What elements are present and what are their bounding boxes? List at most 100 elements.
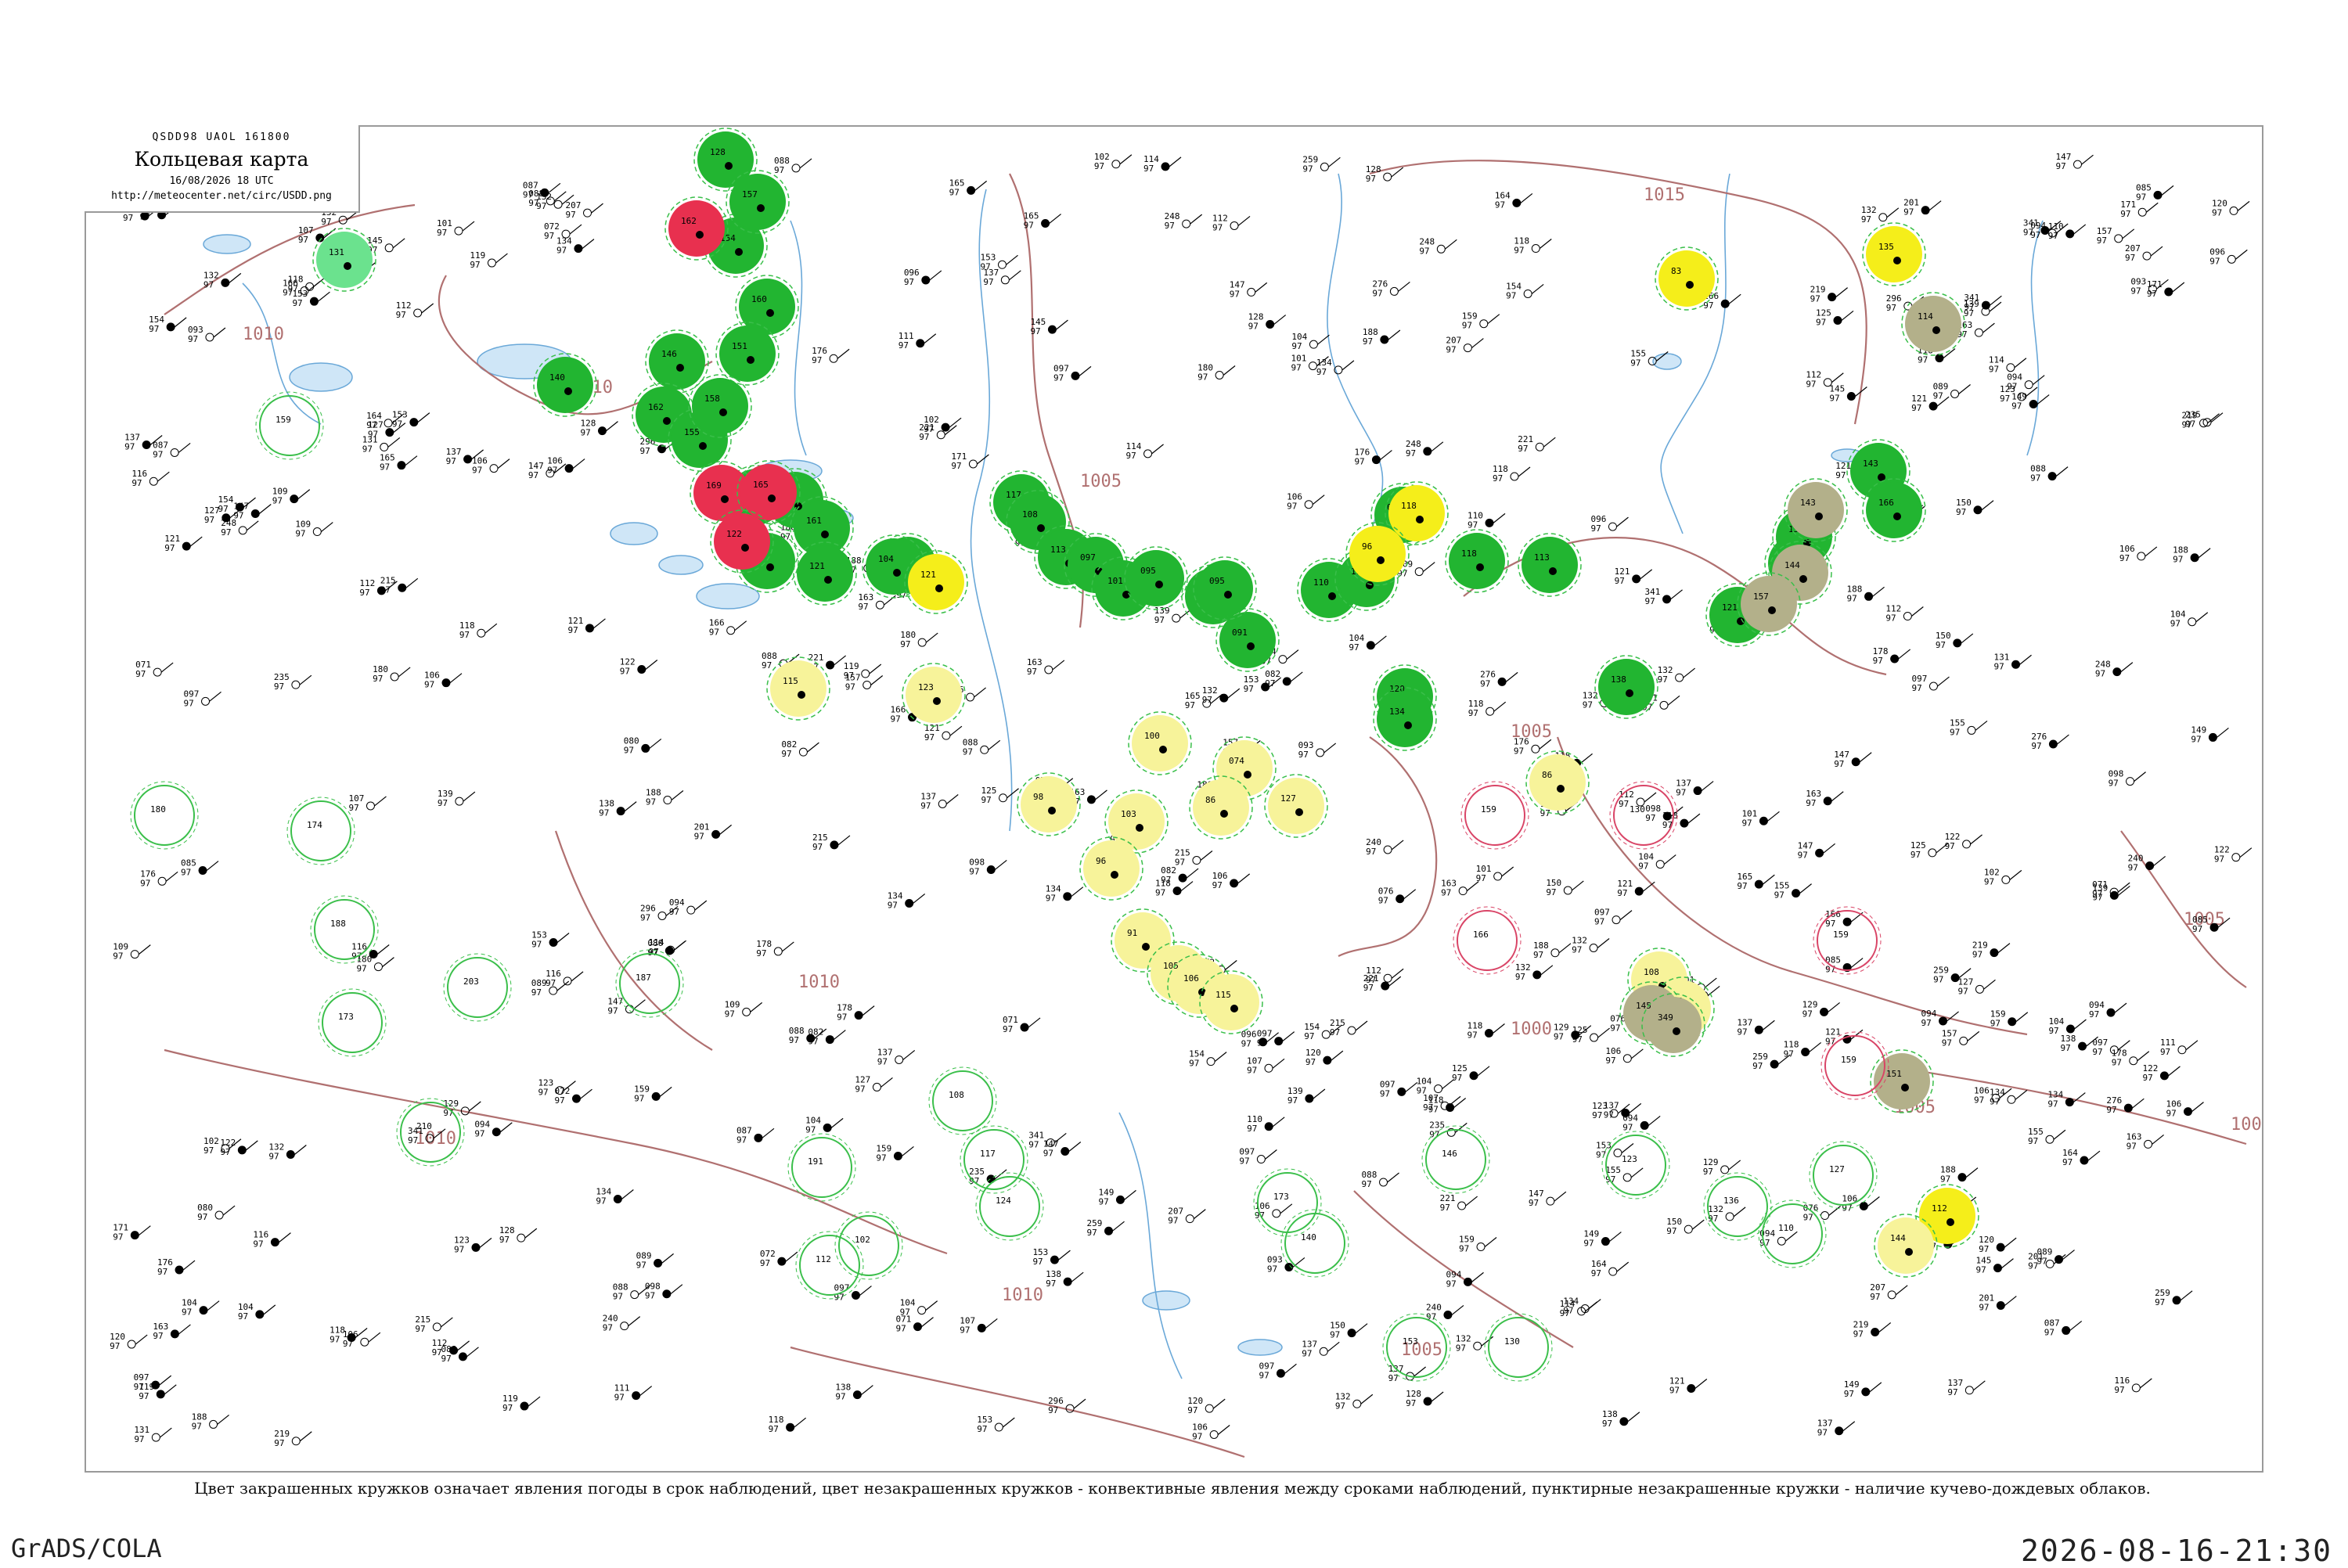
cloud-cover-icon bbox=[2048, 739, 2058, 749]
station-temp: 97 bbox=[1910, 850, 1921, 860]
wind-barb-icon bbox=[258, 504, 272, 514]
cloud-cover-icon bbox=[1264, 1122, 1273, 1131]
station-temp: 97 bbox=[1975, 1265, 1986, 1275]
station-temp: 97 bbox=[725, 1009, 735, 1019]
cloud-cover-icon bbox=[1272, 1209, 1281, 1218]
circle-pressure: 118 bbox=[1401, 501, 1417, 511]
station-temp: 97 bbox=[1212, 880, 1223, 890]
circle-fill bbox=[1128, 550, 1184, 606]
station-temp: 97 bbox=[1903, 207, 1914, 218]
lake-shape bbox=[289, 362, 353, 392]
wind-barb-icon bbox=[1762, 874, 1775, 885]
wind-barb-icon bbox=[1571, 880, 1584, 891]
source-url[interactable]: http://meteocenter.net/circ/USDD.png bbox=[85, 190, 358, 202]
station-plot: 17197 bbox=[2120, 200, 2159, 219]
station-temp: 97 bbox=[1239, 1156, 1249, 1167]
station-plot: 23597 bbox=[274, 672, 312, 692]
cloud-cover-icon bbox=[1493, 872, 1503, 881]
wind-barb-icon bbox=[2210, 412, 2224, 423]
wind-barb-icon bbox=[1597, 1027, 1610, 1038]
cloud-cover-icon bbox=[2227, 254, 2236, 264]
cb-cloud-ring bbox=[975, 1172, 1044, 1241]
station-temp: 97 bbox=[1027, 667, 1037, 677]
station-temp: 97 bbox=[1737, 881, 1747, 891]
cloud-cover-icon bbox=[1903, 612, 1912, 621]
wind-barb-icon bbox=[1151, 444, 1164, 455]
wind-barb-icon bbox=[1388, 976, 1402, 987]
cloud-cover-icon bbox=[735, 248, 743, 256]
wind-barb-icon bbox=[209, 691, 221, 702]
station-plot: 15397 bbox=[392, 410, 430, 430]
wind-barb-icon bbox=[571, 971, 584, 982]
cb-cloud-ring bbox=[130, 781, 199, 850]
station-temp: 97 bbox=[1806, 798, 1816, 808]
wind-barb-icon bbox=[2073, 224, 2087, 235]
station-temp: 97 bbox=[1615, 576, 1625, 586]
cloud-cover-icon bbox=[2008, 1017, 2017, 1027]
station-temp: 97 bbox=[2147, 289, 2157, 299]
circle-pressure: 128 bbox=[710, 147, 726, 157]
station-plot: 15497 bbox=[149, 315, 187, 334]
wind-barb-icon bbox=[1558, 943, 1572, 954]
ring-pressure: 173 bbox=[1273, 1192, 1289, 1202]
cloud-cover-icon bbox=[1071, 371, 1080, 380]
circle-fill bbox=[1388, 485, 1445, 541]
station-plot: 13497 bbox=[1990, 1087, 2028, 1106]
station-temp: 97 bbox=[1476, 873, 1486, 883]
station-plot: 20797 bbox=[1870, 1282, 1908, 1302]
cloud-cover-icon bbox=[1608, 1267, 1618, 1276]
station-temp: 97 bbox=[1816, 317, 1826, 327]
station-temp: 97 bbox=[1468, 520, 1478, 530]
circle-fill bbox=[316, 232, 373, 288]
station-temp: 97 bbox=[639, 446, 650, 456]
station-temp: 97 bbox=[2037, 1257, 2047, 1267]
station-temp: 97 bbox=[762, 660, 772, 671]
cloud-cover-icon bbox=[2229, 206, 2238, 215]
wind-barb-icon bbox=[1453, 1098, 1467, 1108]
station-temp: 97 bbox=[2192, 924, 2202, 934]
station-plot: 24097 bbox=[2128, 853, 2166, 872]
circle-pressure: 108 bbox=[1644, 967, 1659, 977]
wind-barb-icon bbox=[1691, 1219, 1705, 1230]
station-plot: 13797 bbox=[1817, 1419, 1856, 1438]
circle-fill bbox=[668, 200, 725, 257]
station-plot: 11897 bbox=[1493, 464, 1531, 484]
station-plot: 17897 bbox=[1873, 646, 1911, 666]
cloud-cover-icon bbox=[549, 938, 558, 948]
wind-barb-icon bbox=[671, 790, 684, 800]
ring-pressure: 117 bbox=[980, 1149, 996, 1159]
wind-barb-icon bbox=[1058, 1250, 1071, 1261]
wind-barb-icon bbox=[165, 871, 178, 882]
circle-fill bbox=[1449, 533, 1505, 589]
wind-barb-icon bbox=[2145, 546, 2158, 557]
station-plot: 12097 bbox=[1979, 1235, 2017, 1254]
station-temp: 97 bbox=[1873, 656, 1883, 666]
cloud-cover-icon bbox=[1182, 219, 1191, 228]
wind-barb-icon bbox=[297, 489, 311, 500]
cloud-cover-icon bbox=[806, 1034, 816, 1043]
wind-barb-icon bbox=[160, 662, 174, 673]
station-temp: 97 bbox=[634, 1093, 644, 1103]
cloud-cover-icon bbox=[829, 354, 838, 363]
cloud-cover-icon bbox=[1975, 984, 1984, 994]
cloud-cover-icon bbox=[757, 204, 765, 212]
station-temp: 97 bbox=[373, 674, 383, 684]
ring-outline bbox=[932, 1070, 993, 1131]
station-temp: 97 bbox=[1212, 222, 1223, 232]
ring-pressure: 159 bbox=[1481, 804, 1496, 815]
station-plot: 13797 bbox=[1302, 1339, 1340, 1358]
station-plot: 11197 bbox=[614, 1383, 653, 1403]
station-temp: 97 bbox=[321, 217, 331, 227]
station-temp: 97 bbox=[2130, 286, 2141, 296]
circle-pressure: 122 bbox=[726, 529, 742, 539]
station-temp: 97 bbox=[454, 1244, 464, 1254]
station-plot: 08897 bbox=[2030, 464, 2069, 484]
station-temp: 97 bbox=[538, 1088, 548, 1098]
station-temp: 97 bbox=[295, 529, 305, 539]
station-temp: 97 bbox=[1154, 615, 1165, 625]
map-date: 16/08/2026 18 UTC bbox=[169, 175, 274, 187]
cloud-cover-icon bbox=[1939, 1016, 1948, 1026]
wind-barb-icon bbox=[1466, 881, 1479, 892]
station-plot: 10797 bbox=[348, 793, 387, 813]
station-plot: 24097 bbox=[1366, 837, 1404, 857]
